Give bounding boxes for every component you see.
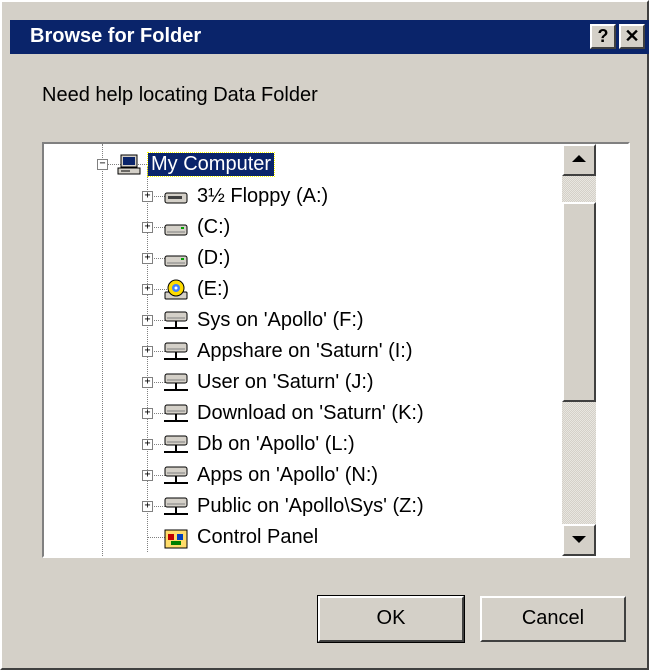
tree-node-label: (D:) <box>197 247 231 269</box>
expand-toggle-icon[interactable]: + <box>142 501 153 512</box>
tree-vertical-scrollbar[interactable] <box>562 144 596 556</box>
browse-for-folder-dialog: Browse for Folder ? ✕ Need help locating… <box>0 0 649 670</box>
help-icon: ? <box>597 26 609 46</box>
tree-node-label: (C:) <box>197 216 231 238</box>
tree-node-label: Sys on 'Apollo' (F:) <box>197 309 364 331</box>
scroll-down-button[interactable] <box>562 524 596 556</box>
cd-drive-icon <box>164 279 188 300</box>
tree-node-drive-d[interactable]: + (D:) <box>44 243 596 274</box>
expand-toggle-icon[interactable]: + <box>142 346 153 357</box>
network-drive-icon <box>164 342 188 360</box>
tree-node-label: My Computer <box>146 152 276 177</box>
ok-button[interactable]: OK <box>317 595 465 643</box>
arrow-up-icon <box>572 155 586 162</box>
hard-drive-icon <box>164 255 188 267</box>
tree-node-my-computer[interactable]: − My Computer <box>44 149 596 180</box>
control-panel-icon <box>164 529 188 549</box>
tree-node-label: Public on 'Apollo\Sys' (Z:) <box>197 495 424 517</box>
network-drive-icon <box>164 435 188 453</box>
title-bar[interactable]: Browse for Folder ? ✕ <box>10 20 649 54</box>
hard-drive-icon <box>164 224 188 236</box>
tree-node-label: Apps on 'Apollo' (N:) <box>197 464 379 486</box>
arrow-down-icon <box>572 536 586 543</box>
folder-tree[interactable]: − My Computer +3½ Floppy (A:) + (C:) + (D:) +… <box>42 142 630 558</box>
tree-node-control-panel[interactable]: Control Panel <box>44 522 596 553</box>
tree-node-floppy-a[interactable]: +3½ Floppy (A:) <box>44 181 596 212</box>
network-drive-icon <box>164 373 188 391</box>
expand-toggle-icon[interactable]: + <box>142 439 153 450</box>
tree-node-drive-n[interactable]: + Apps on 'Apollo' (N:) <box>44 460 596 491</box>
window-title: Browse for Folder <box>30 25 202 47</box>
network-drive-icon <box>164 311 188 329</box>
collapse-toggle-icon[interactable]: − <box>97 159 108 170</box>
expand-toggle-icon[interactable]: + <box>142 191 153 202</box>
tree-node-label: (E:) <box>197 278 230 300</box>
tree-node-drive-e[interactable]: + (E:) <box>44 274 596 305</box>
cancel-button[interactable]: Cancel <box>480 596 626 642</box>
tree-node-label: Download on 'Saturn' (K:) <box>197 402 424 424</box>
tree-node-label: Control Panel <box>197 526 319 548</box>
tree-node-drive-f[interactable]: + Sys on 'Apollo' (F:) <box>44 305 596 336</box>
tree-node-label: Db on 'Apollo' (L:) <box>197 433 355 455</box>
tree-node-drive-k[interactable]: + Download on 'Saturn' (K:) <box>44 398 596 429</box>
tree-node-drive-l[interactable]: + Db on 'Apollo' (L:) <box>44 429 596 460</box>
network-drive-icon <box>164 466 188 484</box>
scroll-up-button[interactable] <box>562 144 596 176</box>
close-button[interactable]: ✕ <box>619 24 645 49</box>
close-icon: ✕ <box>624 26 640 46</box>
tree-node-label: Appshare on 'Saturn' (I:) <box>197 340 413 362</box>
expand-toggle-icon[interactable]: + <box>142 377 153 388</box>
network-drive-icon <box>164 497 188 515</box>
tree-node-drive-i[interactable]: + Appshare on 'Saturn' (I:) <box>44 336 596 367</box>
folder-tree-content: − My Computer +3½ Floppy (A:) + (C:) + (D:) +… <box>44 144 596 556</box>
scroll-thumb[interactable] <box>562 202 596 402</box>
floppy-drive-icon <box>164 192 188 204</box>
expand-toggle-icon[interactable]: + <box>142 222 153 233</box>
expand-toggle-icon[interactable]: + <box>142 253 153 264</box>
expand-toggle-icon[interactable]: + <box>142 315 153 326</box>
tree-node-label: 3½ Floppy (A:) <box>197 185 329 207</box>
help-button[interactable]: ? <box>590 24 616 49</box>
tree-node-drive-j[interactable]: + User on 'Saturn' (J:) <box>44 367 596 398</box>
network-drive-icon <box>164 404 188 422</box>
tree-node-drive-c[interactable]: + (C:) <box>44 212 596 243</box>
expand-toggle-icon[interactable]: + <box>142 408 153 419</box>
dialog-prompt: Need help locating Data Folder <box>42 84 318 106</box>
expand-toggle-icon[interactable]: + <box>142 470 153 481</box>
tree-node-label: User on 'Saturn' (J:) <box>197 371 374 393</box>
computer-icon <box>117 154 141 175</box>
expand-toggle-icon[interactable]: + <box>142 284 153 295</box>
tree-node-drive-z[interactable]: + Public on 'Apollo\Sys' (Z:) <box>44 491 596 522</box>
